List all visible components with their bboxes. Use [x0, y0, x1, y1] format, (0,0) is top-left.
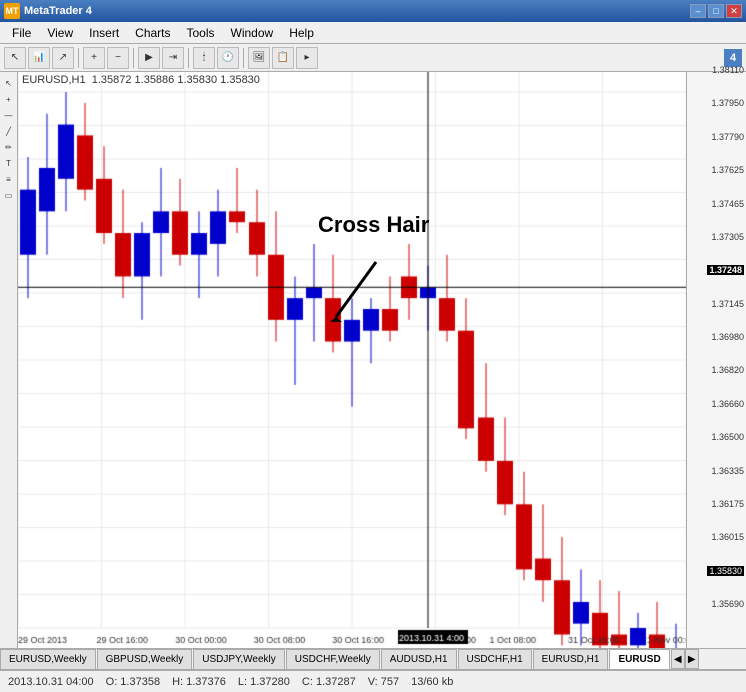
price-label: 1.37305	[711, 232, 744, 242]
price-label: 1.36015	[711, 532, 744, 542]
tab-scroll-left[interactable]: ◀	[671, 649, 685, 669]
toolbar-template[interactable]: 📋	[272, 47, 294, 69]
toolbar-screenshot[interactable]: 🖼	[248, 47, 270, 69]
toolbar-sep-2	[133, 48, 134, 68]
toolbar: ↖ 📊 ↗ + − ▶ ⇥ 🕯 🕐 🖼 📋 ▸ 4	[0, 44, 746, 72]
price-label: 1.37790	[711, 132, 744, 142]
chart-canvas[interactable]	[18, 72, 686, 648]
menu-item-tools[interactable]: Tools	[179, 24, 223, 42]
toolbar-forward[interactable]: ▶	[138, 47, 160, 69]
price-label: 1.35830	[707, 566, 744, 576]
app-title: MetaTrader 4	[24, 5, 92, 17]
chart-values: 1.35872 1.35886 1.35830 1.35830	[92, 74, 260, 86]
tab-AUDUSD-H1[interactable]: AUDUSD,H1	[381, 649, 457, 669]
menu-item-charts[interactable]: Charts	[127, 24, 178, 42]
price-label: 1.36335	[711, 466, 744, 476]
tab-USDJPY-Weekly[interactable]: USDJPY,Weekly	[193, 649, 285, 669]
tab-USDCHF-Weekly[interactable]: USDCHF,Weekly	[286, 649, 380, 669]
minimize-button[interactable]: –	[690, 4, 706, 18]
tab-bar: EURUSD,WeeklyGBPUSD,WeeklyUSDJPY,WeeklyU…	[0, 648, 746, 670]
price-label: 1.37465	[711, 199, 744, 209]
toolbar-badge: 4	[724, 49, 742, 67]
toolbar-cursor[interactable]: ↗	[52, 47, 74, 69]
lt-hline[interactable]: —	[2, 108, 16, 122]
lt-rect[interactable]: ▭	[2, 188, 16, 202]
toolbar-candlestick[interactable]: 🕯	[193, 47, 215, 69]
menu-item-file[interactable]: File	[4, 24, 39, 42]
lt-trendline[interactable]: ╱	[2, 124, 16, 138]
tab-EURUSD[interactable]: EURUSD	[609, 649, 669, 669]
lt-fib[interactable]: ≡	[2, 172, 16, 186]
status-low: L: 1.37280	[238, 676, 290, 688]
toolbar-sep-3	[188, 48, 189, 68]
lt-text[interactable]: T	[2, 156, 16, 170]
toolbar-end[interactable]: ⇥	[162, 47, 184, 69]
toolbar-sep-4	[243, 48, 244, 68]
tab-GBPUSD-Weekly[interactable]: GBPUSD,Weekly	[97, 649, 193, 669]
price-label: 1.37625	[711, 165, 744, 175]
price-label: 1.36175	[711, 499, 744, 509]
left-toolbar: ↖ + — ╱ ✏ T ≡ ▭	[0, 72, 18, 648]
status-bar: 2013.10.31 04:00 O: 1.37358 H: 1.37376 L…	[0, 670, 746, 692]
menu-item-view[interactable]: View	[39, 24, 81, 42]
price-label: 1.35690	[711, 599, 744, 609]
title-bar: MT MetaTrader 4 – □ ✕	[0, 0, 746, 22]
tab-USDCHF-H1[interactable]: USDCHF,H1	[458, 649, 532, 669]
lt-arrow[interactable]: ↖	[2, 76, 16, 90]
status-filesize: 13/60 kb	[411, 676, 453, 688]
price-label: 1.37248	[707, 265, 744, 275]
menu-bar: FileViewInsertChartsToolsWindowHelp	[0, 22, 746, 44]
app-icon: MT	[4, 3, 20, 19]
tab-scroll-right[interactable]: ▶	[685, 649, 699, 669]
menu-item-insert[interactable]: Insert	[81, 24, 127, 42]
tab-EURUSD-Weekly[interactable]: EURUSD,Weekly	[0, 649, 96, 669]
toolbar-chart[interactable]: 📊	[28, 47, 50, 69]
tab-EURUSD-H1[interactable]: EURUSD,H1	[533, 649, 609, 669]
price-label: 1.36820	[711, 365, 744, 375]
price-label: 1.36980	[711, 332, 744, 342]
status-volume: V: 757	[368, 676, 399, 688]
price-scale: 1.381101.379501.377901.376251.374651.373…	[686, 72, 746, 648]
chart-symbol: EURUSD,H1	[22, 74, 86, 86]
lt-pencil[interactable]: ✏	[2, 140, 16, 154]
window-controls: – □ ✕	[690, 4, 742, 18]
status-close: C: 1.37287	[302, 676, 356, 688]
status-open: O: 1.37358	[106, 676, 160, 688]
menu-item-window[interactable]: Window	[223, 24, 282, 42]
menu-item-help[interactable]: Help	[281, 24, 322, 42]
toolbar-time[interactable]: 🕐	[217, 47, 239, 69]
close-button[interactable]: ✕	[726, 4, 742, 18]
chart-container[interactable]: EURUSD,H1 1.35872 1.35886 1.35830 1.3583…	[18, 72, 686, 648]
status-high: H: 1.37376	[172, 676, 226, 688]
price-label: 1.37950	[711, 98, 744, 108]
toolbar-arrow[interactable]: ↖	[4, 47, 26, 69]
chart-info: EURUSD,H1 1.35872 1.35886 1.35830 1.3583…	[22, 74, 260, 86]
main-area: ↖ + — ╱ ✏ T ≡ ▭ EURUSD,H1 1.35872 1.3588…	[0, 72, 746, 648]
toolbar-zoom-in[interactable]: +	[83, 47, 105, 69]
toolbar-more[interactable]: ▸	[296, 47, 318, 69]
price-label: 1.36660	[711, 399, 744, 409]
toolbar-sep-1	[78, 48, 79, 68]
price-label: 1.36500	[711, 432, 744, 442]
status-datetime: 2013.10.31 04:00	[8, 676, 94, 688]
toolbar-zoom-out[interactable]: −	[107, 47, 129, 69]
price-label: 1.37145	[711, 299, 744, 309]
lt-crosshair[interactable]: +	[2, 92, 16, 106]
price-label: 1.38110	[712, 65, 744, 75]
maximize-button[interactable]: □	[708, 4, 724, 18]
